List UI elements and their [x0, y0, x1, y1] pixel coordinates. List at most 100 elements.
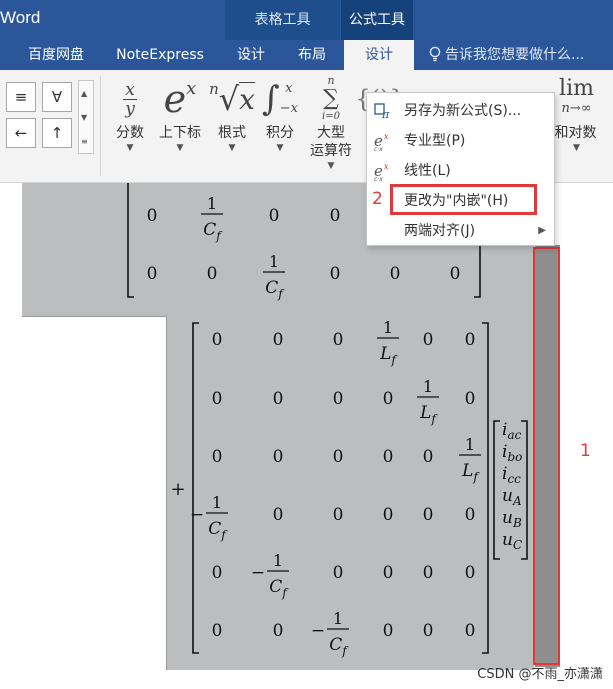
symbol-left-arrow-button[interactable]: ← [6, 118, 36, 148]
tab-noteexpress[interactable]: NoteExpress [108, 40, 212, 70]
matrix-cell: 0 [423, 330, 434, 350]
title-bar: Word 表格工具 公式工具 [0, 0, 613, 40]
matrix-cell-sign: − [311, 621, 325, 641]
matrix-cell: 0 [423, 447, 434, 467]
dropdown-caret-icon: ▼ [327, 161, 335, 171]
menu-item-justification[interactable]: 两端对齐(J) ▶ [367, 217, 554, 245]
subscript: f [430, 412, 438, 426]
matrix-cell: 0 [212, 563, 223, 583]
matrix-cell: 0 [465, 621, 476, 641]
integral-label: 积分 [266, 125, 294, 141]
ribbon-tab-row: 百度网盘 NoteExpress 设计 布局 设计 告诉我您想要做什么... [0, 40, 613, 70]
annotation-marker-1: 1 [580, 441, 591, 461]
matrix-cell: 0 [423, 505, 434, 525]
matrix-cell: 0 [333, 505, 344, 525]
matrix-left-bracket [192, 322, 199, 654]
vector-entry: uA [502, 486, 522, 508]
matrix-cell: 0 [147, 264, 158, 284]
matrix-cell-sign: − [251, 563, 265, 583]
matrix-cell: 0 [383, 389, 394, 409]
matrix-cell: 0 [465, 389, 476, 409]
symbol-identical-button[interactable]: ≡ [6, 82, 36, 112]
save-equation-icon: π [374, 103, 390, 121]
matrix-cell: 0 [423, 563, 434, 583]
matrix-cell-numerator: 1 [465, 435, 475, 454]
script-button[interactable]: ex 上下标 ▼ [155, 74, 205, 154]
dropdown-caret-icon: ▼ [228, 143, 236, 153]
subscript: f [277, 287, 285, 301]
matrix-cell: 0 [333, 563, 344, 583]
large-operator-label-2: 运算符 [310, 143, 352, 159]
matrix-cell-numerator: 1 [273, 551, 283, 570]
matrix-cell: 0 [330, 206, 341, 226]
fraction-icon: x y [110, 74, 150, 124]
subscript: f [220, 528, 228, 542]
radical-label: 根式 [218, 125, 246, 141]
gallery-expand-icon[interactable]: ≡ [81, 137, 88, 146]
vector-entry: uB [502, 508, 522, 530]
radical-icon: n √ x [209, 80, 255, 118]
radical-button[interactable]: n √ x 根式 ▼ [208, 74, 256, 154]
matrix-right-bracket [482, 322, 489, 654]
menu-item-linear[interactable]: e x c·x 线性(L) [367, 157, 554, 185]
matrix-cell-numerator: 1 [383, 318, 393, 337]
vector-entry: iac [502, 420, 522, 442]
linear-icon: e x c·x [374, 162, 389, 181]
context-group-table-tools: 表格工具 [225, 0, 340, 40]
context-group-equation-tools: 公式工具 [341, 0, 413, 40]
matrix-cell: 0 [273, 447, 284, 467]
vector-entry: uC [502, 530, 522, 552]
dropdown-caret-icon: ▼ [176, 143, 184, 153]
chevron-up-icon[interactable]: ▲ [81, 89, 87, 98]
svg-text:x: x [384, 162, 389, 171]
matrix-cell: 0 [269, 206, 280, 226]
tell-me-text: 告诉我您想要做什么... [445, 47, 585, 63]
document-area[interactable]: 0 1 Cf 0 0 0 0 0 0 1 Cf 0 0 0 +0 0 0 1 Lf 0 0 0 0 0 0 1 Lf 0 0 0 0 0 0 1 L… [0, 183, 613, 689]
tab-baidu-netdisk[interactable]: 百度网盘 [20, 40, 92, 70]
fraction-button[interactable]: x y 分数 ▼ [110, 74, 150, 154]
matrix-cell-denominator: Cf [269, 577, 289, 600]
tell-me-search[interactable]: 告诉我您想要做什么... [428, 40, 584, 70]
vector-subscript: cc [507, 472, 521, 486]
matrix-cell-denominator: Cf [265, 278, 285, 301]
matrix-cell-denominator: Cf [208, 519, 228, 542]
matrix-cell: 0 [333, 389, 344, 409]
plus-sign: + [170, 479, 185, 500]
svg-text:c·x: c·x [374, 146, 383, 151]
scrollbar-highlight-box [533, 247, 560, 665]
menu-item-professional[interactable]: e x c·x 专业型(P) [367, 127, 554, 155]
matrix-cell: 0 [465, 563, 476, 583]
symbol-for-all-button[interactable]: ∀ [42, 82, 72, 112]
app-title: Word [0, 8, 41, 27]
script-label: 上下标 [159, 125, 201, 141]
matrix-cell: 0 [383, 563, 394, 583]
tab-equation-design[interactable]: 设计 [344, 40, 414, 70]
matrix-cell: 0 [212, 621, 223, 641]
large-operator-button[interactable]: n ∑ i=0 大型 运算符 ▼ [305, 74, 357, 172]
subscript: f [341, 644, 349, 658]
equation-options-menu: π 另存为新公式(S)... e x c·x 专业型(P) e x c·x 线性… [366, 92, 555, 246]
matrix-cell: 0 [273, 330, 284, 350]
large-operator-icon: n ∑ i=0 [322, 74, 340, 122]
matrix-cell-denominator: Cf [329, 635, 349, 658]
equation-matrix[interactable]: 0 1 Cf 0 0 0 0 0 0 1 Cf 0 0 0 +0 0 0 1 Lf 0 0 0 0 0 0 1 Lf 0 0 0 0 0 0 1 L… [0, 183, 613, 689]
professional-icon: e x c·x [374, 132, 389, 151]
tab-table-layout[interactable]: 布局 [286, 40, 338, 70]
chevron-down-icon[interactable]: ▼ [81, 113, 87, 122]
symbol-gallery-scroller[interactable]: ▲ ▼ ≡ [78, 80, 94, 154]
inline-option-highlight-box [390, 184, 537, 215]
matrix-cell: 0 [330, 264, 341, 284]
matrix-left-bracket [127, 183, 134, 298]
matrix-cell-numerator: 1 [207, 194, 217, 213]
tab-table-design[interactable]: 设计 [228, 40, 274, 70]
annotation-marker-2: 2 [372, 189, 383, 209]
symbol-up-arrow-button[interactable]: ↑ [42, 118, 72, 148]
vector-entry: ibo [502, 442, 522, 464]
integral-button[interactable]: ∫ x −x 积分 ▼ [258, 74, 302, 154]
matrix-cell: 0 [465, 505, 476, 525]
matrix-cell: 0 [212, 447, 223, 467]
dropdown-caret-icon: ▼ [126, 143, 134, 153]
menu-item-save-as-new-equation[interactable]: π 另存为新公式(S)... [367, 97, 554, 125]
svg-text:π: π [381, 108, 390, 121]
watermark: CSDN @不雨_亦潇潇 [477, 667, 603, 682]
